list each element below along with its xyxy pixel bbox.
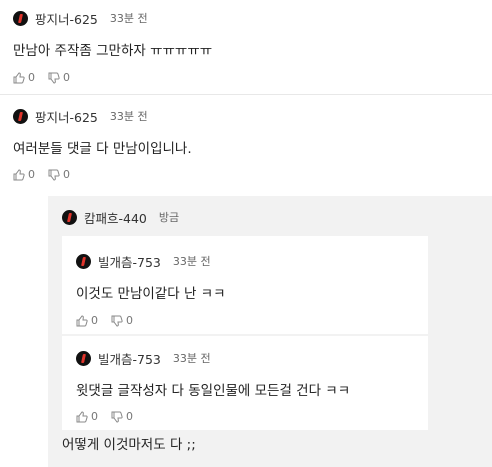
dislike-count: 0 <box>126 314 133 327</box>
thumbs-down-icon <box>48 72 60 84</box>
like-button[interactable]: 0 <box>13 72 35 84</box>
avatar[interactable] <box>13 108 28 124</box>
subreply-text: 윗댓글 글작성자 다 동일인물에 모든걸 건다 ㅋㅋ <box>76 383 351 399</box>
comment-text: 여러분들 댓글 다 만남이입니나. <box>13 141 192 157</box>
avatar[interactable] <box>76 350 91 366</box>
comment-thread: 팡지너-625 33분 전 만남아 주작좀 그만하자 ㅠㅠㅠㅠㅠ 0 0 팡지너… <box>0 0 492 467</box>
author-name[interactable]: 캄패흐-440 <box>84 208 147 227</box>
dislike-button[interactable]: 0 <box>111 411 133 423</box>
comment-header: 팡지너-625 33분 전 <box>13 106 148 126</box>
thumbs-up-icon <box>13 72 25 84</box>
author-name[interactable]: 빌개츰-753 <box>98 349 161 368</box>
like-button[interactable]: 0 <box>13 169 35 181</box>
comment-header: 팡지너-625 33분 전 <box>13 8 148 28</box>
like-count: 0 <box>28 71 35 84</box>
reply-text: 어떻게 이것마저도 다 ;; <box>62 437 196 453</box>
like-button[interactable]: 0 <box>76 411 98 423</box>
comment-time: 방금 <box>158 211 180 224</box>
like-count: 0 <box>91 410 98 423</box>
avatar[interactable] <box>13 10 28 26</box>
vote-bar: 0 0 <box>76 411 146 423</box>
divider <box>0 94 492 95</box>
subreply-text: 이것도 만남이같다 난 ㅋㅋ <box>76 286 226 302</box>
dislike-count: 0 <box>63 168 70 181</box>
thumbs-up-icon <box>76 315 88 327</box>
subreply-header: 빌개츰-753 33분 전 <box>76 348 211 368</box>
thumbs-up-icon <box>13 169 25 181</box>
author-name[interactable]: 빌개츰-753 <box>98 252 161 271</box>
thumbs-up-icon <box>76 411 88 423</box>
comment-time: 33분 전 <box>172 255 211 268</box>
like-count: 0 <box>91 314 98 327</box>
dislike-button[interactable]: 0 <box>48 72 70 84</box>
dislike-button[interactable]: 0 <box>111 315 133 327</box>
vote-bar: 0 0 <box>13 72 83 84</box>
like-count: 0 <box>28 168 35 181</box>
author-name[interactable]: 팡지너-625 <box>35 107 98 126</box>
avatar[interactable] <box>62 209 77 225</box>
vote-bar: 0 0 <box>13 169 83 181</box>
reply-header: 캄패흐-440 방금 <box>62 207 179 227</box>
vote-bar: 0 0 <box>76 315 146 327</box>
thumbs-down-icon <box>111 411 123 423</box>
comment-time: 33분 전 <box>109 12 148 25</box>
dislike-count: 0 <box>63 71 70 84</box>
subreply-header: 빌개츰-753 33분 전 <box>76 251 211 271</box>
comment-time: 33분 전 <box>109 110 148 123</box>
thumbs-down-icon <box>111 315 123 327</box>
like-button[interactable]: 0 <box>76 315 98 327</box>
author-name[interactable]: 팡지너-625 <box>35 9 98 28</box>
thumbs-down-icon <box>48 169 60 181</box>
dislike-button[interactable]: 0 <box>48 169 70 181</box>
comment-time: 33분 전 <box>172 352 211 365</box>
comment-text: 만남아 주작좀 그만하자 ㅠㅠㅠㅠㅠ <box>13 43 213 59</box>
dislike-count: 0 <box>126 410 133 423</box>
avatar[interactable] <box>76 253 91 269</box>
